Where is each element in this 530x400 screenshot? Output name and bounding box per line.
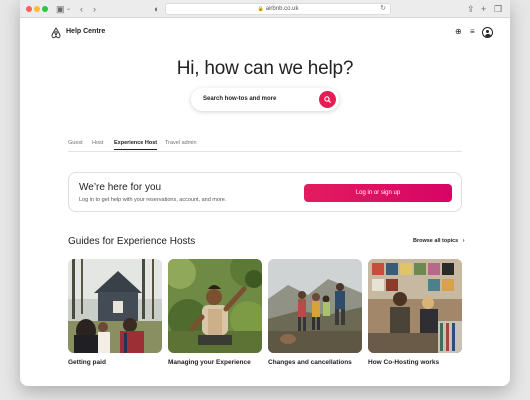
close-window-button[interactable]: [26, 6, 32, 12]
menu-icon[interactable]: ≡: [470, 27, 475, 36]
user-icon[interactable]: [482, 27, 493, 38]
guide-card-changes-cancellations[interactable]: [268, 259, 362, 353]
share-icon[interactable]: ⇪: [467, 3, 475, 15]
globe-icon[interactable]: ⊕: [455, 27, 462, 36]
gardener-photo: [168, 259, 262, 353]
reload-icon[interactable]: ↻: [380, 4, 386, 14]
search-icon: [324, 96, 331, 103]
tab-guest[interactable]: Guest: [68, 140, 83, 146]
airbnb-logo-icon[interactable]: [50, 27, 62, 39]
address-bar[interactable]: 🔒 airbnb.co.uk ↻: [165, 3, 391, 15]
guide-label-changes-cancellations[interactable]: Changes and cancellations: [268, 359, 352, 366]
login-signup-button[interactable]: Log in or sign up: [304, 184, 452, 202]
tab-travel-admin[interactable]: Travel admin: [165, 140, 197, 146]
shield-icon[interactable]: ◐: [154, 3, 159, 15]
lock-icon: 🔒: [257, 6, 264, 12]
guide-card-getting-paid[interactable]: [68, 259, 162, 353]
guides-section-title: Guides for Experience Hosts: [68, 236, 196, 247]
support-card: We’re here for you Log in to get help wi…: [68, 172, 462, 212]
browser-window: ▣ ⌄ ‹ › ◐ 🔒 airbnb.co.uk ↻ ⇪ + ❐ Help Cen…: [20, 0, 510, 386]
guide-card-managing-experience[interactable]: [168, 259, 262, 353]
tab-experience-host[interactable]: Experience Host: [114, 140, 158, 150]
browse-all-topics-link[interactable]: Browse all topics ›: [413, 238, 465, 244]
guide-label-managing-experience[interactable]: Managing your Experience: [168, 359, 251, 366]
support-card-title: We’re here for you: [79, 182, 162, 193]
new-tab-icon[interactable]: +: [481, 3, 486, 15]
audience-tabs: Guest Host Experience Host Travel admin: [68, 138, 462, 152]
search-placeholder: Search how-tos and more: [203, 96, 277, 102]
minimize-window-button[interactable]: [34, 6, 40, 12]
forward-icon[interactable]: ›: [93, 3, 96, 15]
record-shop-photo: [368, 259, 462, 353]
tab-host[interactable]: Host: [92, 140, 103, 146]
browser-toolbar: ▣ ⌄ ‹ › ◐ 🔒 airbnb.co.uk ↻ ⇪ + ❐: [20, 0, 510, 18]
chevron-right-icon: ›: [462, 238, 465, 244]
url-text: airbnb.co.uk: [265, 6, 299, 12]
tabs-icon[interactable]: ❐: [494, 3, 502, 15]
family-at-cabin-photo: [68, 259, 162, 353]
site-title[interactable]: Help Centre: [66, 28, 105, 35]
guide-label-co-hosting[interactable]: How Co-Hosting works: [368, 359, 439, 366]
page-title: Hi, how can we help?: [176, 58, 354, 79]
sidebar-icon[interactable]: ▣: [56, 3, 65, 15]
chevron-down-icon[interactable]: ⌄: [66, 3, 71, 15]
browse-all-topics-label: Browse all topics: [413, 238, 459, 244]
support-card-subtitle: Log in to get help with your reservation…: [79, 197, 227, 203]
guide-card-co-hosting[interactable]: [368, 259, 462, 353]
back-icon[interactable]: ‹: [80, 3, 83, 15]
guide-label-getting-paid[interactable]: Getting paid: [68, 359, 106, 366]
search-input[interactable]: Search how-tos and more: [191, 88, 339, 111]
maximize-window-button[interactable]: [42, 6, 48, 12]
search-button[interactable]: [319, 91, 336, 108]
hikers-photo: [268, 259, 362, 353]
